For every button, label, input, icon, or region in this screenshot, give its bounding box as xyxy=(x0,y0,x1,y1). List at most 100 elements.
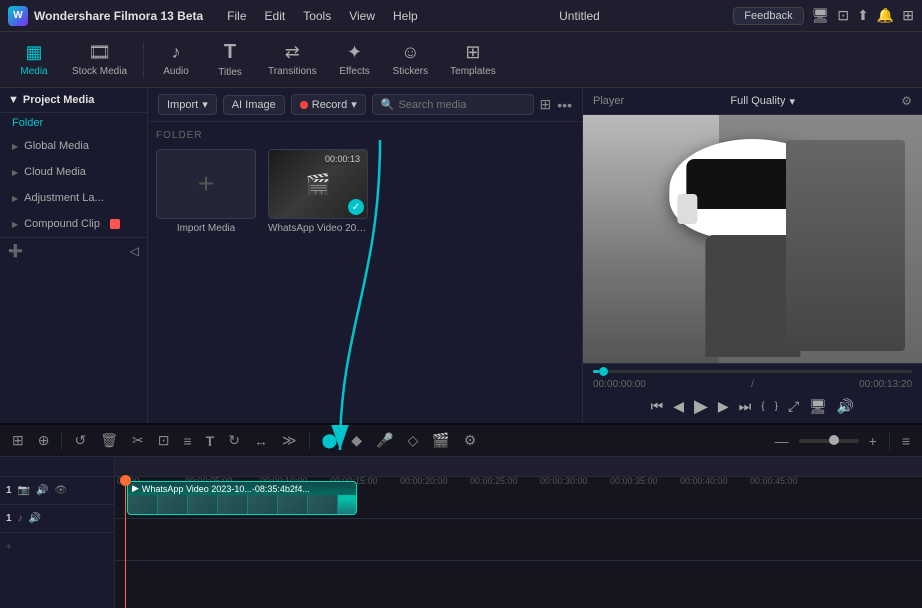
player-play-button[interactable]: ▶ xyxy=(694,396,708,417)
add-track-icon[interactable]: + xyxy=(6,542,12,553)
audio-speaker-icon[interactable]: 🔊 xyxy=(29,513,41,524)
media-search-box[interactable]: 🔍 xyxy=(372,94,534,115)
menu-view[interactable]: View xyxy=(341,7,383,25)
zoom-slider[interactable] xyxy=(799,439,859,443)
playhead-handle[interactable] xyxy=(120,475,131,486)
tl-record-button[interactable]: ⬤ xyxy=(318,430,342,451)
tl-redo-button[interactable]: ↻ xyxy=(224,430,244,451)
project-media-sidebar: ▼ Project Media Folder ▶ Global Media ▶ … xyxy=(0,88,148,423)
add-folder-icon[interactable]: ➕ xyxy=(8,244,23,258)
app-title: Wondershare Filmora 13 Beta xyxy=(34,9,203,23)
tl-text-button[interactable]: T xyxy=(202,431,219,451)
import-button[interactable]: Import ▾ xyxy=(158,94,217,115)
chevron-icon: ▶ xyxy=(12,142,18,151)
frame-1 xyxy=(128,495,158,515)
ai-image-button[interactable]: AI Image xyxy=(223,95,285,115)
player-mark-in-button[interactable]: { xyxy=(761,401,764,412)
quality-selector[interactable]: Full Quality ▾ xyxy=(730,95,795,108)
sidebar-item-compound-clip[interactable]: ▶ Compound Clip xyxy=(0,211,147,237)
play-icon: ▶ xyxy=(132,483,139,494)
toolbar-effects[interactable]: ✦ Effects xyxy=(329,36,381,84)
sidebar-collapse-icon[interactable]: ▼ xyxy=(8,94,19,106)
compound-clip-badge xyxy=(110,219,120,229)
chevron-icon: ▶ xyxy=(12,220,18,229)
video-speaker-icon[interactable]: 🔊 xyxy=(36,485,48,496)
video-thumb: 🎬 00:00:13 ✓ xyxy=(268,149,368,219)
toolbar-media[interactable]: ▦ Media xyxy=(8,36,60,84)
player-video xyxy=(583,115,922,363)
tl-forward-button[interactable]: ≫ xyxy=(278,430,301,451)
tl-split-button[interactable]: ≡ xyxy=(179,431,195,451)
menu-file[interactable]: File xyxy=(219,7,254,25)
player-time-display: 00:00:00:00 / 00:00:13:20 xyxy=(593,379,912,390)
video-media-item[interactable]: 🎬 00:00:13 ✓ WhatsApp Video 2023-10-05..… xyxy=(268,149,368,234)
tl-crop-button[interactable]: ⊡ xyxy=(154,430,174,451)
player-progress-bar[interactable] xyxy=(593,370,912,373)
tl-plus-button[interactable]: + xyxy=(865,431,881,451)
player-next-frame-button[interactable]: ▶ xyxy=(718,398,729,415)
menu-tools[interactable]: Tools xyxy=(295,7,339,25)
record-chevron-icon: ▾ xyxy=(351,98,357,111)
total-time: 00:00:13:20 xyxy=(859,379,912,390)
menu-help[interactable]: Help xyxy=(385,7,426,25)
player-mark-out-button[interactable]: } xyxy=(775,401,778,412)
sidebar-item-cloud-media[interactable]: ▶ Cloud Media xyxy=(0,159,147,185)
logo-icon: W xyxy=(8,6,28,26)
share-icon: ⊡ xyxy=(837,7,849,24)
timeline-main: 00:00 00:00:05:00 00:00:10:00 00:00:15:0… xyxy=(115,457,922,608)
menu-edit[interactable]: Edit xyxy=(257,7,294,25)
sidebar-item-global-media[interactable]: ▶ Global Media xyxy=(0,133,147,159)
tl-layout-button[interactable]: ≡ xyxy=(898,431,914,451)
player-volume-button[interactable]: 🔊 xyxy=(837,398,854,415)
cloud-media-label: Cloud Media xyxy=(24,166,86,178)
compound-clip-label: Compound Clip xyxy=(24,218,100,230)
clip-frames xyxy=(128,495,356,515)
chevron-icon: ▶ xyxy=(12,168,18,177)
tl-stretch-button[interactable]: ↔ xyxy=(250,431,272,451)
toolbar-titles[interactable]: T Titles xyxy=(204,36,256,84)
record-button[interactable]: Record ▾ xyxy=(291,94,366,115)
title-bar-right: Feedback 🖥 ⊡ ⬆ 🔔 ⊞ xyxy=(733,7,914,25)
quality-label: Full Quality xyxy=(730,95,785,107)
toolbar-stock-media[interactable]: 🎞 Stock Media xyxy=(62,36,137,84)
tl-magnet-button[interactable]: ⊕ xyxy=(34,430,54,451)
player-screen-button[interactable]: 🖥 xyxy=(809,398,827,415)
tl-snap-button[interactable]: ⊞ xyxy=(8,430,28,451)
collapse-icon[interactable]: ◁ xyxy=(130,244,139,258)
tl-undo-button[interactable]: ↺ xyxy=(70,430,90,451)
effects-label: Effects xyxy=(339,66,369,77)
tl-cut-button[interactable]: ✂ xyxy=(128,430,148,451)
app-logo: W Wondershare Filmora 13 Beta xyxy=(8,6,203,26)
import-media-item[interactable]: + Import Media xyxy=(156,149,256,234)
search-input[interactable] xyxy=(398,99,524,111)
toolbar-transitions[interactable]: ⇄ Transitions xyxy=(258,36,327,84)
timeline-ruler: 00:00 00:00:05:00 00:00:10:00 00:00:15:0… xyxy=(115,457,922,477)
timeline-clip[interactable]: ▶ WhatsApp Video 2023-10...-08:35:4b2f4.… xyxy=(127,481,357,515)
toolbar-templates[interactable]: ⊞ Templates xyxy=(440,36,506,84)
player-skip-forward-button[interactable]: ⏭ xyxy=(739,398,752,415)
video-check-icon: ✓ xyxy=(348,199,364,215)
tl-minus-button[interactable]: — xyxy=(771,431,793,451)
toolbar-stickers[interactable]: ☺ Stickers xyxy=(383,36,439,84)
video-track-row: ▶ WhatsApp Video 2023-10...-08:35:4b2f4.… xyxy=(115,477,922,519)
player-prev-frame-button[interactable]: ◀ xyxy=(673,398,684,415)
tl-clip-button[interactable]: 🎬 xyxy=(428,430,453,451)
quality-chevron-icon: ▾ xyxy=(789,95,795,108)
player-skip-back-button[interactable]: ⏮ xyxy=(651,398,664,415)
feedback-button[interactable]: Feedback xyxy=(733,7,803,25)
tl-delete-button[interactable]: 🗑 xyxy=(96,430,122,451)
frame-3 xyxy=(188,495,218,515)
toolbar-audio[interactable]: ♪ Audio xyxy=(150,36,202,84)
tl-color-button[interactable]: ◆ xyxy=(347,430,366,451)
filter-icon[interactable]: ⊞ xyxy=(540,96,552,113)
video-eye-icon[interactable]: 👁 xyxy=(54,485,67,496)
player-panel: Player Full Quality ▾ ⚙ xyxy=(582,88,922,423)
player-settings-icon[interactable]: ⚙ xyxy=(901,94,912,108)
tl-settings-button[interactable]: ⚙ xyxy=(460,430,481,451)
tl-keyframe-button[interactable]: ◇ xyxy=(403,430,422,451)
more-icon[interactable]: ••• xyxy=(557,97,572,113)
tl-audio-button[interactable]: 🎤 xyxy=(372,430,397,451)
sidebar-header: ▼ Project Media xyxy=(0,88,147,113)
sidebar-item-adjustment[interactable]: ▶ Adjustment La... xyxy=(0,185,147,211)
player-fullscreen-button[interactable]: ⤢ xyxy=(788,398,799,415)
